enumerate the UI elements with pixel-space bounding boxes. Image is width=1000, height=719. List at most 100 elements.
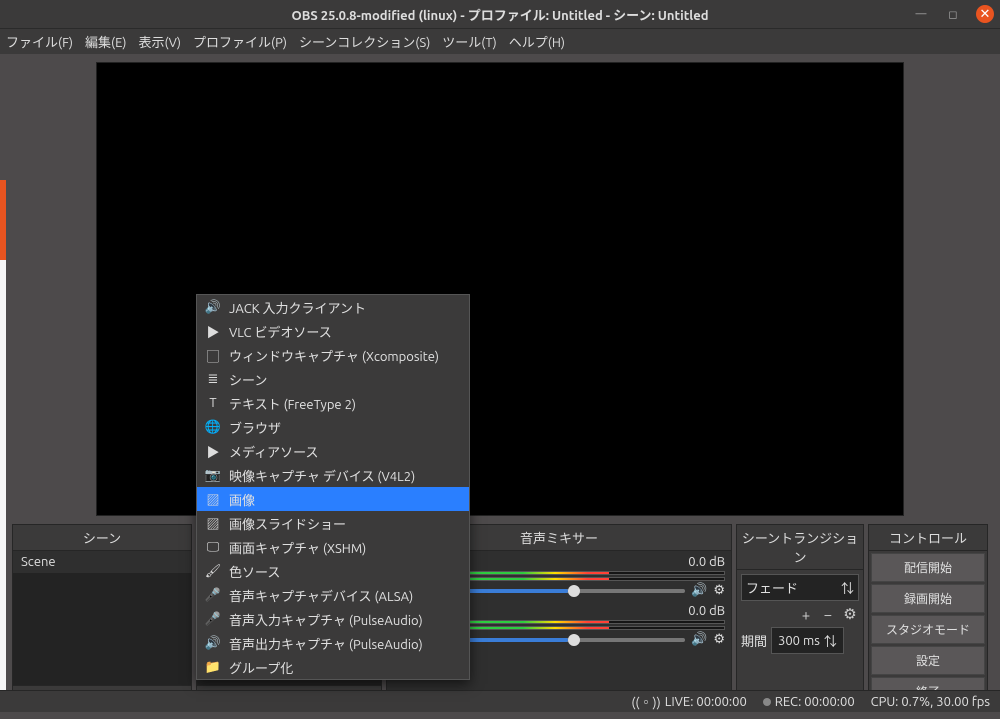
transition-duration-input[interactable]: 300 ms ⇅ [771, 627, 844, 654]
window-icon: ▢ [205, 347, 221, 363]
menu-scenecollection[interactable]: シーンコレクション(S) [299, 32, 430, 51]
controls-panel: コントロール 配信開始 録画開始 スタジオモード 設定 終了 [868, 524, 988, 711]
context-menu-item-3[interactable]: ≣ シーン [197, 367, 469, 391]
context-menu-item-9[interactable]: ▨ 画像スライドショー [197, 511, 469, 535]
context-menu-label: 音声キャプチャデバイス (ALSA) [229, 586, 413, 605]
mixer-settings-1[interactable]: ⚙ [713, 583, 725, 598]
desktop-edge-white [0, 260, 6, 712]
menu-help[interactable]: ヘルプ(H) [509, 32, 565, 51]
context-menu-item-8[interactable]: ▨ 画像 [197, 487, 469, 511]
context-menu-item-5[interactable]: 🌐 ブラウザ [197, 415, 469, 439]
context-menu-label: テキスト (FreeType 2) [229, 394, 356, 413]
chevron-updown-icon: ⇅ [841, 578, 854, 597]
window-title: OBS 25.0.8-modified (linux) - プロファイル: Un… [291, 5, 708, 24]
context-menu-label: 画像 [229, 490, 255, 509]
context-menu-label: JACK 入力クライアント [229, 298, 366, 317]
context-menu-label: 色ソース [229, 562, 280, 581]
mixer-db-2: 0.0 dB [688, 604, 725, 618]
transition-settings-button[interactable]: ⚙ [841, 605, 859, 623]
context-menu-label: 画面キャプチャ (XSHM) [229, 538, 366, 557]
context-menu-label: グループ化 [229, 658, 293, 677]
context-menu-item-14[interactable]: 🔊 音声出力キャプチャ (PulseAudio) [197, 631, 469, 655]
context-menu-label: 映像キャプチャ デバイス (V4L2) [229, 466, 415, 485]
context-menu-item-1[interactable]: ▶ VLC ビデオソース [197, 319, 469, 343]
menu-view[interactable]: 表示(V) [139, 32, 181, 51]
menu-file[interactable]: ファイル(F) [6, 32, 73, 51]
menu-profile[interactable]: プロファイル(P) [193, 32, 287, 51]
context-menu-label: 音声入力キャプチャ (PulseAudio) [229, 610, 423, 629]
record-dot-icon [763, 698, 771, 706]
mixer-db-1: 0.0 dB [688, 555, 725, 569]
transition-duration-label: 期間 [741, 631, 767, 650]
menu-tools[interactable]: ツール(T) [442, 32, 496, 51]
speaker-icon: 🔊 [205, 635, 221, 651]
close-icon: ✕ [980, 7, 991, 22]
transition-select-value: フェード [746, 578, 798, 597]
list-icon: ≣ [205, 371, 221, 387]
play-icon: ▶ [205, 323, 221, 339]
mixer-settings-2[interactable]: ⚙ [713, 632, 725, 647]
speaker-icon: 🔊 [205, 299, 221, 315]
add-source-context-menu: 🔊 JACK 入力クライアント ▶ VLC ビデオソース ▢ ウィンドウキャプチャ (Xc… [196, 294, 470, 680]
screen-icon: 🖵 [205, 539, 221, 555]
play-icon: ▶ [205, 443, 221, 459]
context-menu-label: VLC ビデオソース [229, 322, 332, 341]
controls-header: コントロール [869, 525, 987, 551]
broadcast-icon: ((◦)) [631, 692, 660, 711]
studio-mode-button[interactable]: スタジオモード [871, 615, 985, 644]
maximize-button[interactable]: ◻ [944, 5, 962, 23]
transitions-panel: シーントランジション フェード ⇅ + − ⚙ 期間 300 ms ⇅ [736, 524, 864, 711]
image-icon: ▨ [205, 491, 221, 507]
text-icon: T [205, 395, 221, 411]
context-menu-item-12[interactable]: 🎤 音声キャプチャデバイス (ALSA) [197, 583, 469, 607]
mute-icon-2[interactable]: 🔊 [691, 632, 707, 647]
status-bar: ((◦)) LIVE: 00:00:00 REC: 00:00:00 CPU: … [0, 690, 1000, 712]
minimize-button[interactable]: — [912, 5, 930, 23]
status-rec-text: REC: 00:00:00 [775, 695, 855, 709]
status-rec: REC: 00:00:00 [763, 695, 855, 709]
context-menu-item-0[interactable]: 🔊 JACK 入力クライアント [197, 295, 469, 319]
context-menu-item-15[interactable]: 📁 グループ化 [197, 655, 469, 679]
context-menu-item-2[interactable]: ▢ ウィンドウキャプチャ (Xcomposite) [197, 343, 469, 367]
camera-icon: 📷 [205, 467, 221, 483]
transition-select[interactable]: フェード ⇅ [741, 574, 859, 601]
status-cpu: CPU: 0.7%, 30.00 fps [871, 695, 990, 709]
scenes-list[interactable]: Scene [13, 551, 191, 685]
transition-remove-button[interactable]: − [819, 605, 837, 623]
close-button[interactable]: ✕ [976, 5, 994, 23]
globe-icon: 🌐 [205, 419, 221, 435]
scenes-header: シーン [13, 525, 191, 551]
context-menu-label: 音声出力キャプチャ (PulseAudio) [229, 634, 423, 653]
brush-icon: 🖌 [205, 563, 221, 579]
scenes-panel: シーン Scene + − ∧ ∨ [12, 524, 192, 711]
titlebar: OBS 25.0.8-modified (linux) - プロファイル: Un… [0, 0, 1000, 28]
context-menu-label: 画像スライドショー [229, 514, 346, 533]
status-live: ((◦)) LIVE: 00:00:00 [631, 692, 746, 711]
scene-item[interactable]: Scene [13, 551, 191, 573]
context-menu-item-6[interactable]: ▶ メディアソース [197, 439, 469, 463]
context-menu-item-4[interactable]: T テキスト (FreeType 2) [197, 391, 469, 415]
transition-duration-value: 300 ms [778, 634, 820, 648]
folder-icon: 📁 [205, 659, 221, 675]
spinner-icon: ⇅ [824, 631, 837, 650]
mic-icon: 🎤 [205, 587, 221, 603]
context-menu-item-11[interactable]: 🖌 色ソース [197, 559, 469, 583]
mic-icon: 🎤 [205, 611, 221, 627]
context-menu-label: ブラウザ [229, 418, 281, 437]
menubar: ファイル(F) 編集(E) 表示(V) プロファイル(P) シーンコレクション(… [0, 28, 1000, 54]
context-menu-label: ウィンドウキャプチャ (Xcomposite) [229, 346, 439, 365]
transitions-header: シーントランジション [737, 525, 863, 570]
context-menu-label: メディアソース [229, 442, 318, 461]
context-menu-label: シーン [229, 370, 267, 389]
image-icon: ▨ [205, 515, 221, 531]
status-live-text: LIVE: 00:00:00 [665, 695, 747, 709]
start-streaming-button[interactable]: 配信開始 [871, 553, 985, 582]
start-recording-button[interactable]: 録画開始 [871, 584, 985, 613]
context-menu-item-7[interactable]: 📷 映像キャプチャ デバイス (V4L2) [197, 463, 469, 487]
context-menu-item-13[interactable]: 🎤 音声入力キャプチャ (PulseAudio) [197, 607, 469, 631]
menu-edit[interactable]: 編集(E) [85, 32, 126, 51]
mute-icon-1[interactable]: 🔊 [691, 583, 707, 598]
context-menu-item-10[interactable]: 🖵 画面キャプチャ (XSHM) [197, 535, 469, 559]
transition-add-button[interactable]: + [797, 605, 815, 623]
settings-button[interactable]: 設定 [871, 646, 985, 675]
